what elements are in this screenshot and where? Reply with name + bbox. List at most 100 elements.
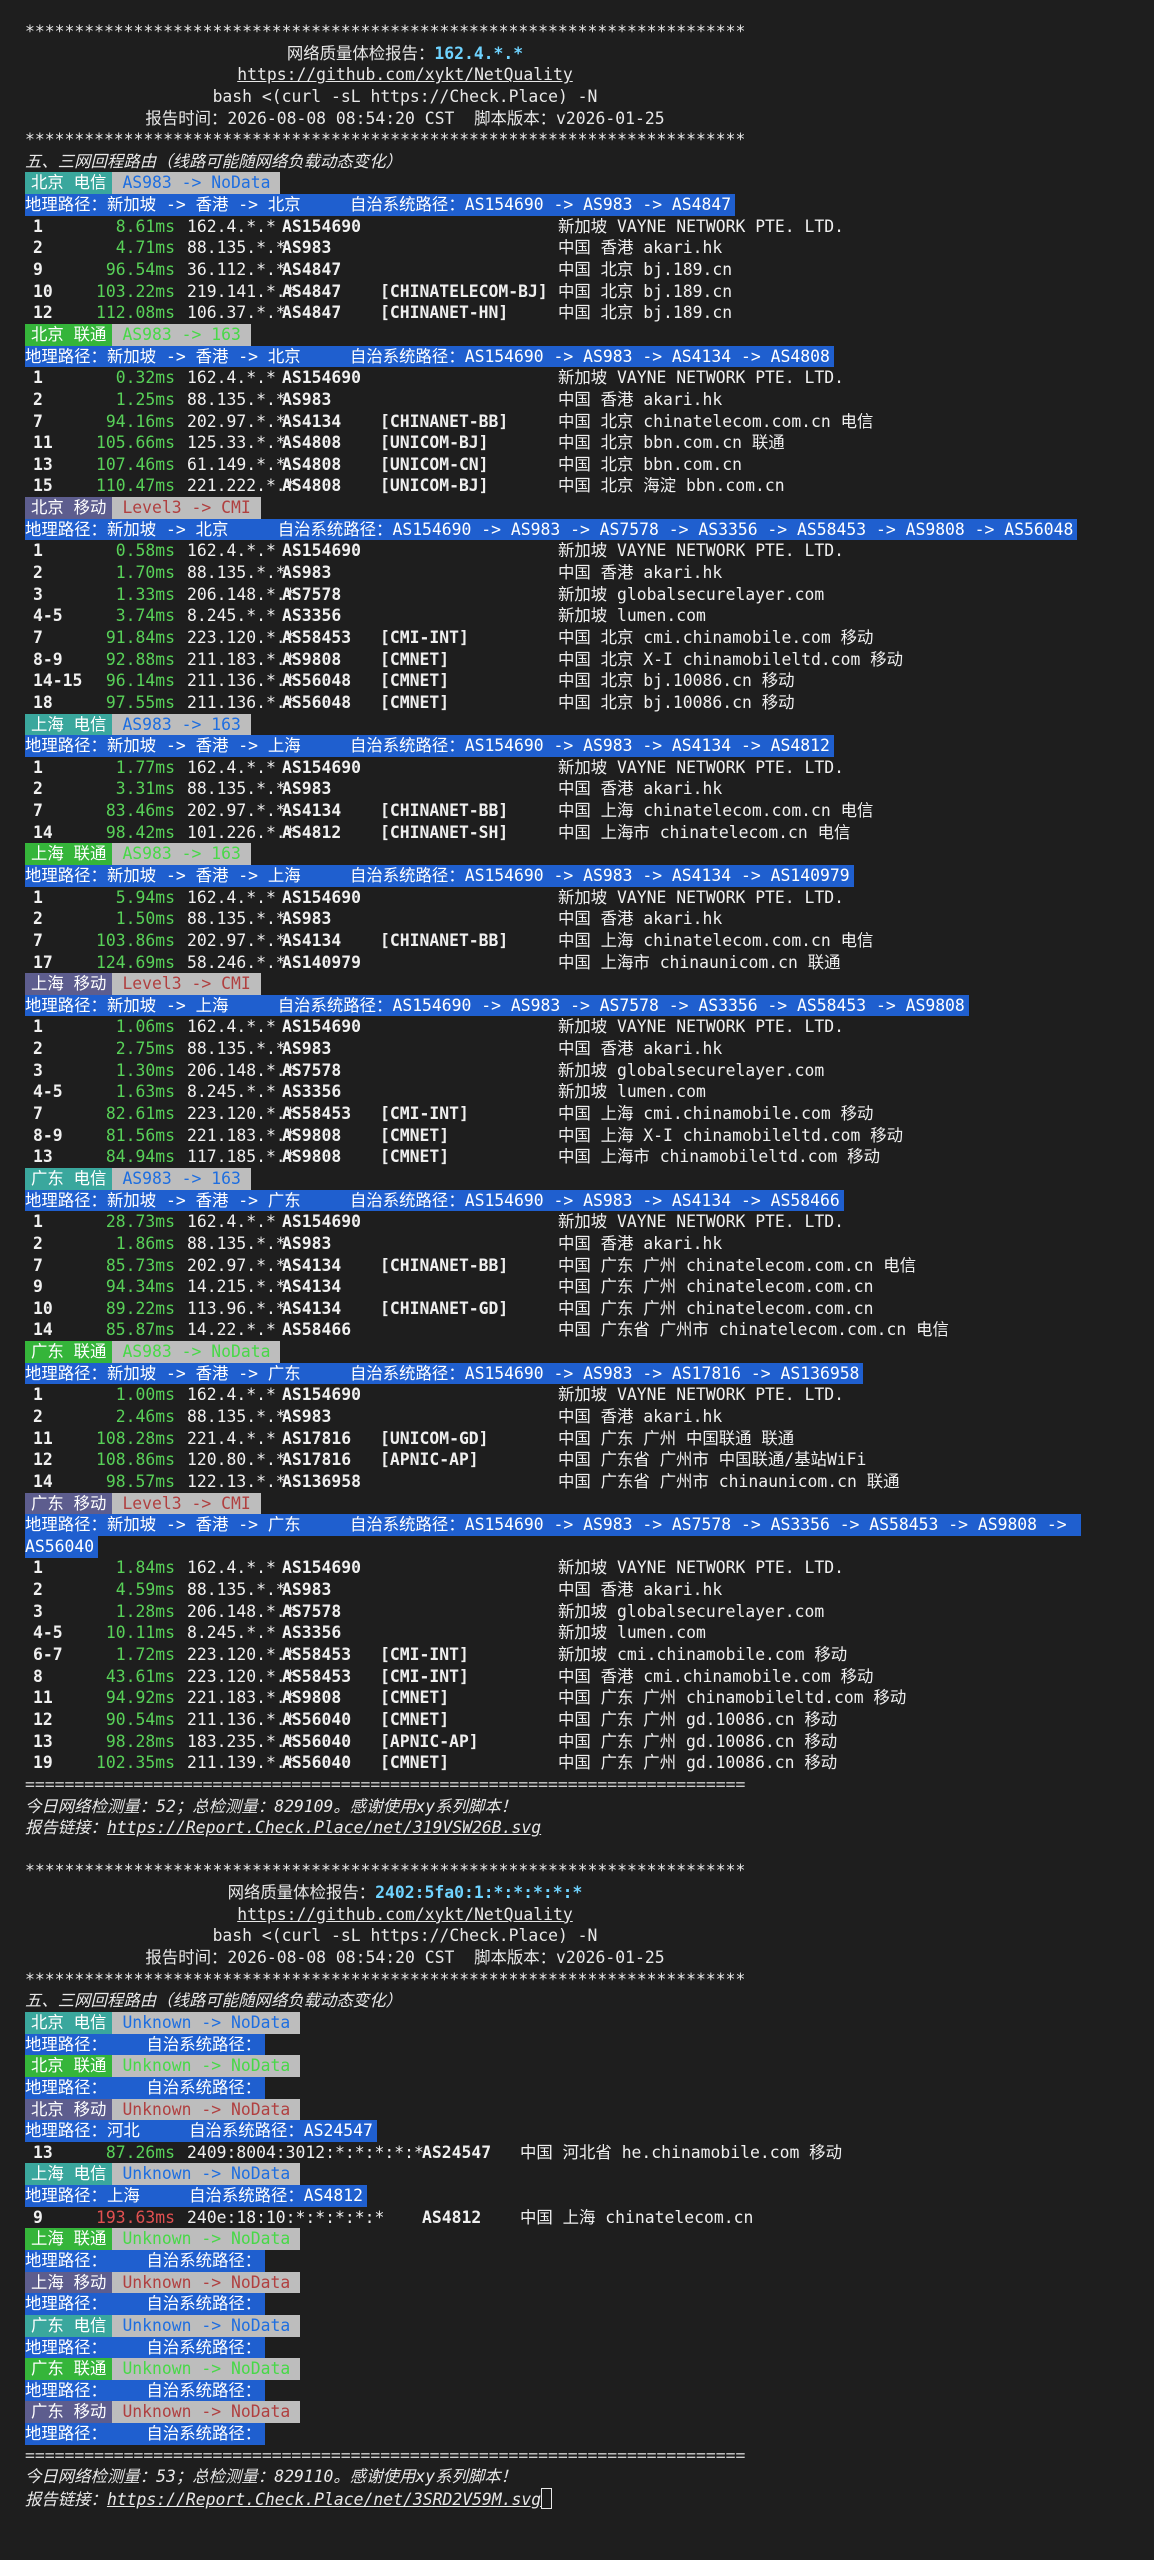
route-tag: Unknown -> NoData	[112, 2401, 301, 2424]
hop-location: 中国 北京 cmi.chinamobile.com 移动	[558, 627, 874, 647]
report-link[interactable]: https://Report.Check.Place/net/319VSW26B…	[107, 1818, 541, 1837]
hop-number: 11	[33, 433, 53, 453]
route-header: 广东 联通 AS983 -> NoData	[25, 1341, 1154, 1363]
geo-path-line: 地理路径： 自治系统路径：	[25, 2423, 1154, 2445]
hop-asn: AS56048	[282, 671, 352, 691]
hop-ip: 125.33.*.*	[187, 433, 286, 453]
hop-latency: 43.61ms	[105, 1666, 175, 1686]
hop-netname: [CMI-INT]	[380, 1666, 469, 1686]
hop-row: 1 0.32ms 162.4.*.* AS154690 新加坡 VAYNE NETWOR…	[25, 367, 1154, 389]
repo-link[interactable]: https://github.com/xykt/NetQuality	[237, 65, 573, 84]
geo-path-line: 地理路径： 自治系统路径：	[25, 2033, 1154, 2056]
hop-location: 中国 香港 akari.hk	[558, 389, 723, 409]
hop-number: 3	[33, 1060, 43, 1080]
hop-ip: 14.215.*.*	[187, 1277, 286, 1297]
isp-tag: 上海 电信	[25, 713, 113, 736]
section-title-line: 五、三网回程路由（线路可能随网络负载动态变化）	[25, 151, 1154, 173]
hop-ip: 221.4.*.*	[187, 1428, 276, 1448]
terminal-cursor	[541, 2488, 553, 2510]
hop-ip: 8.245.*.*	[187, 1082, 276, 1102]
footer-link-label: 报告链接：	[25, 2490, 107, 2510]
hop-number: 2	[33, 1407, 43, 1426]
route-header: 上海 联通 Unknown -> NoData	[25, 2228, 1154, 2250]
hop-number: 1	[33, 368, 43, 388]
hop-number: 13	[33, 1147, 53, 1167]
hop-location: 中国 广东 广州 gd.10086.cn 移动	[558, 1753, 838, 1773]
route-tag: Level3 -> CMI	[112, 973, 261, 995]
terminal-output: ****************************************…	[0, 0, 1154, 2560]
hop-ip: 211.136.*.*	[187, 692, 296, 712]
footer-link-label: 报告链接：	[25, 1818, 107, 1838]
hop-location: 新加坡 globalsecurelayer.com	[558, 1060, 825, 1080]
hop-number: 18	[33, 692, 53, 712]
section-title: 五、三网回程路由（线路可能随网络负载动态变化）	[25, 1991, 402, 2011]
hop-location: 中国 北京 bj.10086.cn 移动	[558, 692, 795, 712]
hop-asn: AS17816	[282, 1428, 352, 1448]
route-header: 北京 联通 Unknown -> NoData	[25, 2055, 1154, 2077]
hop-ip: 211.183.*.*	[187, 649, 296, 669]
geo-path: 地理路径：新加坡 -> 香港 -> 上海 自治系统路径：AS154690 -> …	[25, 735, 834, 757]
hop-ip: 88.135.*.*	[187, 779, 286, 799]
geo-path-line: 地理路径： 自治系统路径：	[25, 2249, 1154, 2272]
hop-asn: AS136958	[282, 1471, 361, 1491]
hop-asn: AS58453	[282, 627, 352, 647]
hop-asn: AS983	[282, 779, 332, 799]
geo-path: 地理路径： 自治系统路径：	[25, 2249, 266, 2272]
route-tag: AS983 -> NoData	[112, 172, 281, 195]
hop-ip: 211.136.*.*	[187, 1709, 296, 1729]
hop-ip: 117.185.*.*	[187, 1147, 296, 1167]
hop-number: 1	[33, 1558, 43, 1578]
hop-ip: 106.37.*.*	[187, 303, 286, 323]
hop-latency: 1.33ms	[115, 584, 175, 604]
hop-latency: 1.30ms	[115, 1060, 175, 1080]
geo-path: 地理路径：河北 自治系统路径：AS24547	[25, 2120, 377, 2142]
hop-asn: AS4808	[282, 476, 342, 496]
repo-link[interactable]: https://github.com/xykt/NetQuality	[237, 1905, 573, 1924]
hop-number: 2	[33, 779, 43, 799]
report-link[interactable]: https://Report.Check.Place/net/3SRD2V59M…	[107, 2490, 541, 2509]
hop-row: 7 83.46ms 202.97.*.*AS4134 [CHINANET-BB] 中国 …	[25, 800, 1154, 822]
hop-row: 14-15 96.14ms 211.136.*.*AS56048 [CMNET] 中国 …	[25, 670, 1154, 692]
hop-location: 中国 上海 X-I chinamobileltd.com 移动	[558, 1125, 904, 1145]
hop-number: 14	[33, 1320, 53, 1340]
hop-location: 中国 上海市 chinaunicom.cn 联通	[558, 952, 841, 972]
geo-path-line: 地理路径：新加坡 -> 香港 -> 广东 自治系统路径：AS154690 -> …	[25, 1514, 1154, 1536]
hop-asn: AS58453	[282, 1645, 352, 1665]
hop-row: 15 110.47ms 221.222.*.*AS4808 [UNICOM-BJ] 中国…	[25, 475, 1154, 497]
hop-latency: 1.50ms	[115, 909, 175, 929]
hop-row: 19 102.35ms 211.139.*.*AS56040 [CMNET] 中国 广东…	[25, 1752, 1154, 1774]
hop-asn: AS3356	[282, 1623, 342, 1643]
hop-row: 17 124.69ms 58.246.*.*AS140979 中国 上海市 china…	[25, 952, 1154, 974]
hop-asn: AS56040	[282, 1753, 352, 1773]
geo-path-line: 地理路径： 自治系统路径：	[25, 2379, 1154, 2402]
hop-asn: AS154690	[282, 216, 361, 236]
route-tag: Unknown -> NoData	[112, 2163, 301, 2186]
hop-row: 13 98.28ms 183.235.*.*AS56040 [APNIC-AP] 中国 …	[25, 1731, 1154, 1753]
hop-ip: 14.22.*.*	[187, 1320, 276, 1340]
hop-row: 14 85.87ms 14.22.*.* AS58466 中国 广东省 广州市 chin…	[25, 1319, 1154, 1341]
hop-ip: 223.120.*.*	[187, 1645, 296, 1665]
hop-location: 中国 上海市 chinamobileltd.com 移动	[558, 1147, 880, 1167]
hop-asn: AS4134	[282, 801, 342, 821]
hop-asn: AS9808	[282, 1125, 342, 1145]
hop-ip: 211.139.*.*	[187, 1753, 296, 1773]
hop-latency: 94.16ms	[105, 411, 175, 431]
hop-latency: 98.57ms	[105, 1471, 175, 1491]
equals-text: ========================================…	[25, 2445, 746, 2465]
hop-number: 4-5	[33, 1082, 63, 1102]
footer-stats: 今日网络检测量：52；总检测量：829109。感谢使用xy系列脚本！	[25, 1796, 518, 1816]
hop-asn: AS140979	[282, 952, 361, 972]
hop-asn: AS4847	[282, 303, 342, 323]
hop-location: 中国 北京 X-I chinamobileltd.com 移动	[558, 649, 904, 669]
geo-path: 地理路径： 自治系统路径：	[25, 2423, 266, 2445]
report-time-line: 报告时间：2026-08-08 08:54:20 CST 脚本版本：v2026-…	[25, 108, 785, 130]
hop-location: 中国 香港 akari.hk	[558, 563, 723, 583]
hop-number: 10	[33, 1298, 53, 1318]
hop-row: 11 94.92ms 221.183.*.*AS9808 [CMNET] 中国 广东 广…	[25, 1687, 1154, 1709]
hop-latency: 8.61ms	[115, 216, 175, 236]
hop-location: 新加坡 VAYNE NETWORK PTE. LTD.	[558, 541, 845, 561]
footer-link-line: 报告链接：https://Report.Check.Place/net/319V…	[25, 1817, 1154, 1839]
hop-number: 17	[33, 952, 53, 972]
hop-number: 7	[33, 1255, 43, 1275]
